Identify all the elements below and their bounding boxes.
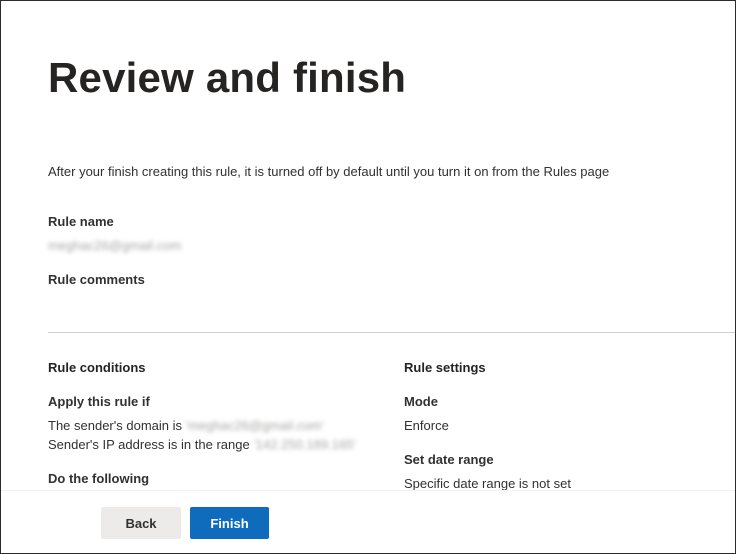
page-title: Review and finish	[48, 54, 407, 101]
mode-value: Enforce	[404, 418, 449, 433]
date-range-value: Specific date range is not set	[404, 476, 571, 491]
sender-ip-prefix: Sender's IP address is in the range	[48, 437, 250, 452]
finish-button[interactable]: Finish	[190, 507, 269, 539]
rule-comments-label: Rule comments	[48, 272, 145, 287]
rule-name-label: Rule name	[48, 214, 114, 229]
footer-action-bar: Back Finish	[1, 490, 735, 553]
mode-label: Mode	[404, 394, 438, 409]
sender-domain-redacted: 'meghac26@gmail.com'	[185, 418, 324, 433]
condition-sender-ip: Sender's IP address is in the range '142…	[48, 437, 356, 452]
back-button[interactable]: Back	[101, 507, 181, 539]
set-date-range-label: Set date range	[404, 452, 494, 467]
sender-ip-redacted: '142.250.189.165'	[253, 437, 356, 452]
rule-name-redacted: meghac26@gmail.com	[48, 238, 182, 253]
apply-rule-if-label: Apply this rule if	[48, 394, 150, 409]
intro-text: After your finish creating this rule, it…	[48, 164, 610, 179]
rule-conditions-heading: Rule conditions	[48, 360, 146, 375]
review-finish-panel: Review and finish After your finish crea…	[0, 0, 736, 554]
sender-domain-prefix: The sender's domain is	[48, 418, 182, 433]
section-divider	[48, 332, 735, 333]
rule-name-value: meghac26@gmail.com	[48, 238, 181, 253]
condition-sender-domain: The sender's domain is 'meghac26@gmail.c…	[48, 418, 324, 433]
do-following-label: Do the following	[48, 471, 150, 486]
rule-settings-heading: Rule settings	[404, 360, 486, 375]
